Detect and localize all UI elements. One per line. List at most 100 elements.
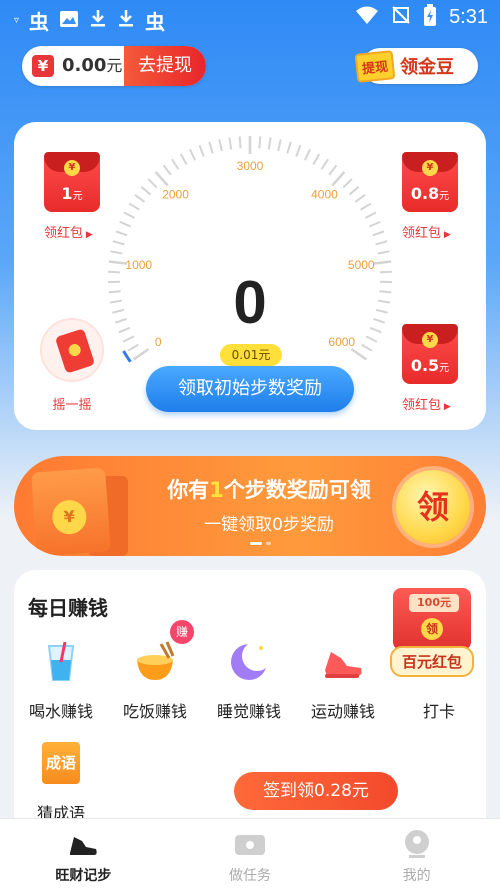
gauge-tick-label: 2000 (162, 187, 189, 201)
no-signal-icon (391, 5, 411, 29)
balance-display: 0.00元 (62, 46, 122, 86)
red-packet-amount: 0.8 (410, 184, 440, 203)
gauge-tick (218, 139, 223, 152)
task-label: 喝水赚钱 (28, 702, 93, 721)
yen-coin-icon: ¥ (422, 332, 438, 348)
task-label: 运动赚钱 (310, 702, 375, 721)
gauge-tick (208, 141, 214, 154)
shaking-red-envelope-icon (54, 328, 96, 374)
red-packet-label[interactable]: 领红包 ▶ (402, 222, 451, 241)
red-packet-label[interactable]: 领红包 ▶ (44, 222, 93, 241)
gauge-tick-label: 0 (155, 335, 162, 349)
gauge-tick (354, 194, 366, 203)
battery-charging-icon (423, 4, 437, 30)
task-drink-water[interactable]: 喝水赚钱 (14, 640, 108, 722)
gauge-tick (373, 317, 386, 324)
gauge-tick (348, 185, 360, 196)
step-card: 0 1000 2000 3000 4000 5000 6000 0 0.01元 领取初始步数… (14, 122, 486, 430)
red-packet-left-top[interactable]: ¥ 1元 (44, 152, 100, 212)
reward-count: 1 (209, 478, 224, 502)
red-envelope-icon: ¥ (31, 467, 111, 556)
gauge-tick (320, 158, 329, 170)
image-notification-icon (59, 9, 79, 33)
shake-label: 摇一摇 (52, 398, 92, 413)
claim-initial-steps-button[interactable]: 领取初始步数奖励 (146, 366, 354, 412)
red-packet-amount: 0.5 (410, 356, 440, 375)
claim-reward-button[interactable]: 领 (396, 470, 470, 544)
red-packet-right-bottom[interactable]: ¥ 0.5元 (402, 324, 458, 384)
task-idiom-guess[interactable]: 成语 猜成语 (14, 742, 108, 824)
gauge-tick (122, 335, 135, 343)
task-exercise[interactable]: 运动赚钱 (296, 640, 390, 722)
bonus-tag: 100元 (409, 594, 459, 612)
gauge-tick (154, 171, 169, 187)
yen-coin-icon: ¥ (422, 160, 438, 176)
gauge-tick (379, 270, 392, 274)
sneaker-icon (321, 640, 365, 684)
notification-dot-icon: ▿ (14, 15, 20, 26)
nav-tab-profile[interactable]: 我的 (333, 819, 500, 889)
gauge-tick (379, 290, 392, 294)
red-packet-label[interactable]: 领红包 ▶ (402, 394, 451, 413)
gauge-tick (171, 158, 180, 170)
gauge-progress-arc (122, 350, 132, 363)
gauge-tick (364, 211, 377, 219)
gauge-tick-label: 6000 (328, 335, 355, 349)
gauge-tick (112, 240, 125, 246)
balance-amount: 0.00 (62, 55, 107, 76)
bottom-navigation: 旺财记步 做任务 我的 (0, 818, 500, 889)
play-arrow-icon: ▶ (441, 402, 451, 412)
task-sleep[interactable]: 睡觉赚钱 (202, 640, 296, 722)
gauge-tick (119, 220, 132, 228)
gauge-tick-label: 5000 (348, 258, 375, 272)
task-eat-meal[interactable]: 赚 吃饭赚钱 (108, 620, 202, 722)
reward-bubble: 0.01元 (220, 344, 282, 366)
balance-unit: 元 (106, 56, 123, 75)
gauge-tick (238, 136, 242, 149)
gauge-tick (134, 194, 146, 203)
shake-button[interactable] (40, 318, 104, 382)
task-label: 吃饭赚钱 (122, 702, 187, 721)
nav-tab-step-tracker[interactable]: 旺财记步 (0, 819, 167, 889)
gauge-tick (123, 211, 136, 219)
hundred-yuan-red-packet[interactable]: 100元 领 百元红包 (382, 588, 482, 677)
carousel-indicator (250, 542, 271, 545)
gauge-tick (115, 230, 128, 237)
gauge-tick (118, 326, 131, 334)
gauge-tick (108, 290, 121, 294)
gauge-tick (277, 139, 282, 152)
gauge-tick (286, 141, 292, 154)
clock: 5:31 (449, 5, 488, 28)
gauge-tick (147, 178, 158, 189)
claim-gold-beans-button[interactable]: 提现 领金豆 (354, 48, 478, 84)
yen-coin-icon: ¥ (64, 160, 80, 176)
sneaker-icon (66, 829, 100, 859)
gauge-tick (189, 148, 196, 161)
step-reward-banner[interactable]: ¥ 你有1个步数奖励可领 一键领取0步奖励 领 (14, 456, 486, 556)
gauge-tick-label: 1000 (125, 258, 152, 272)
gauge-tick (127, 343, 139, 352)
red-packet-amount: 1 (61, 184, 73, 203)
gold-beans-label: 领金豆 (400, 57, 455, 78)
moon-icon (227, 640, 272, 684)
nav-tab-tasks[interactable]: 做任务 (167, 819, 334, 889)
banner-title: 你有1个步数奖励可领 (167, 478, 371, 502)
rice-bowl-icon (133, 640, 177, 684)
gauge-tick (369, 326, 382, 334)
balance-pill[interactable]: ¥ 0.00元 去提现 (22, 46, 206, 86)
status-bar: ▿ 虫 虫 5:31 (0, 0, 500, 36)
gauge-tick (128, 202, 140, 211)
withdraw-button[interactable]: 去提现 (124, 46, 206, 86)
red-packet-icon: 100元 领 (393, 588, 471, 650)
bonus-seal: 领 (421, 618, 443, 640)
gauge-tick-label: 3000 (237, 159, 264, 173)
gauge-tick (258, 136, 262, 149)
red-packet-right-top[interactable]: ¥ 0.8元 (402, 152, 458, 212)
ticket-icon (233, 829, 267, 859)
gauge-tick (328, 164, 338, 176)
nav-label: 我的 (402, 868, 431, 884)
gauge-tick (377, 250, 390, 255)
gauge-tick (198, 144, 205, 157)
sign-in-reward-button[interactable]: 签到领0.28元 (234, 772, 398, 810)
red-packet-unit: 元 (439, 191, 450, 202)
